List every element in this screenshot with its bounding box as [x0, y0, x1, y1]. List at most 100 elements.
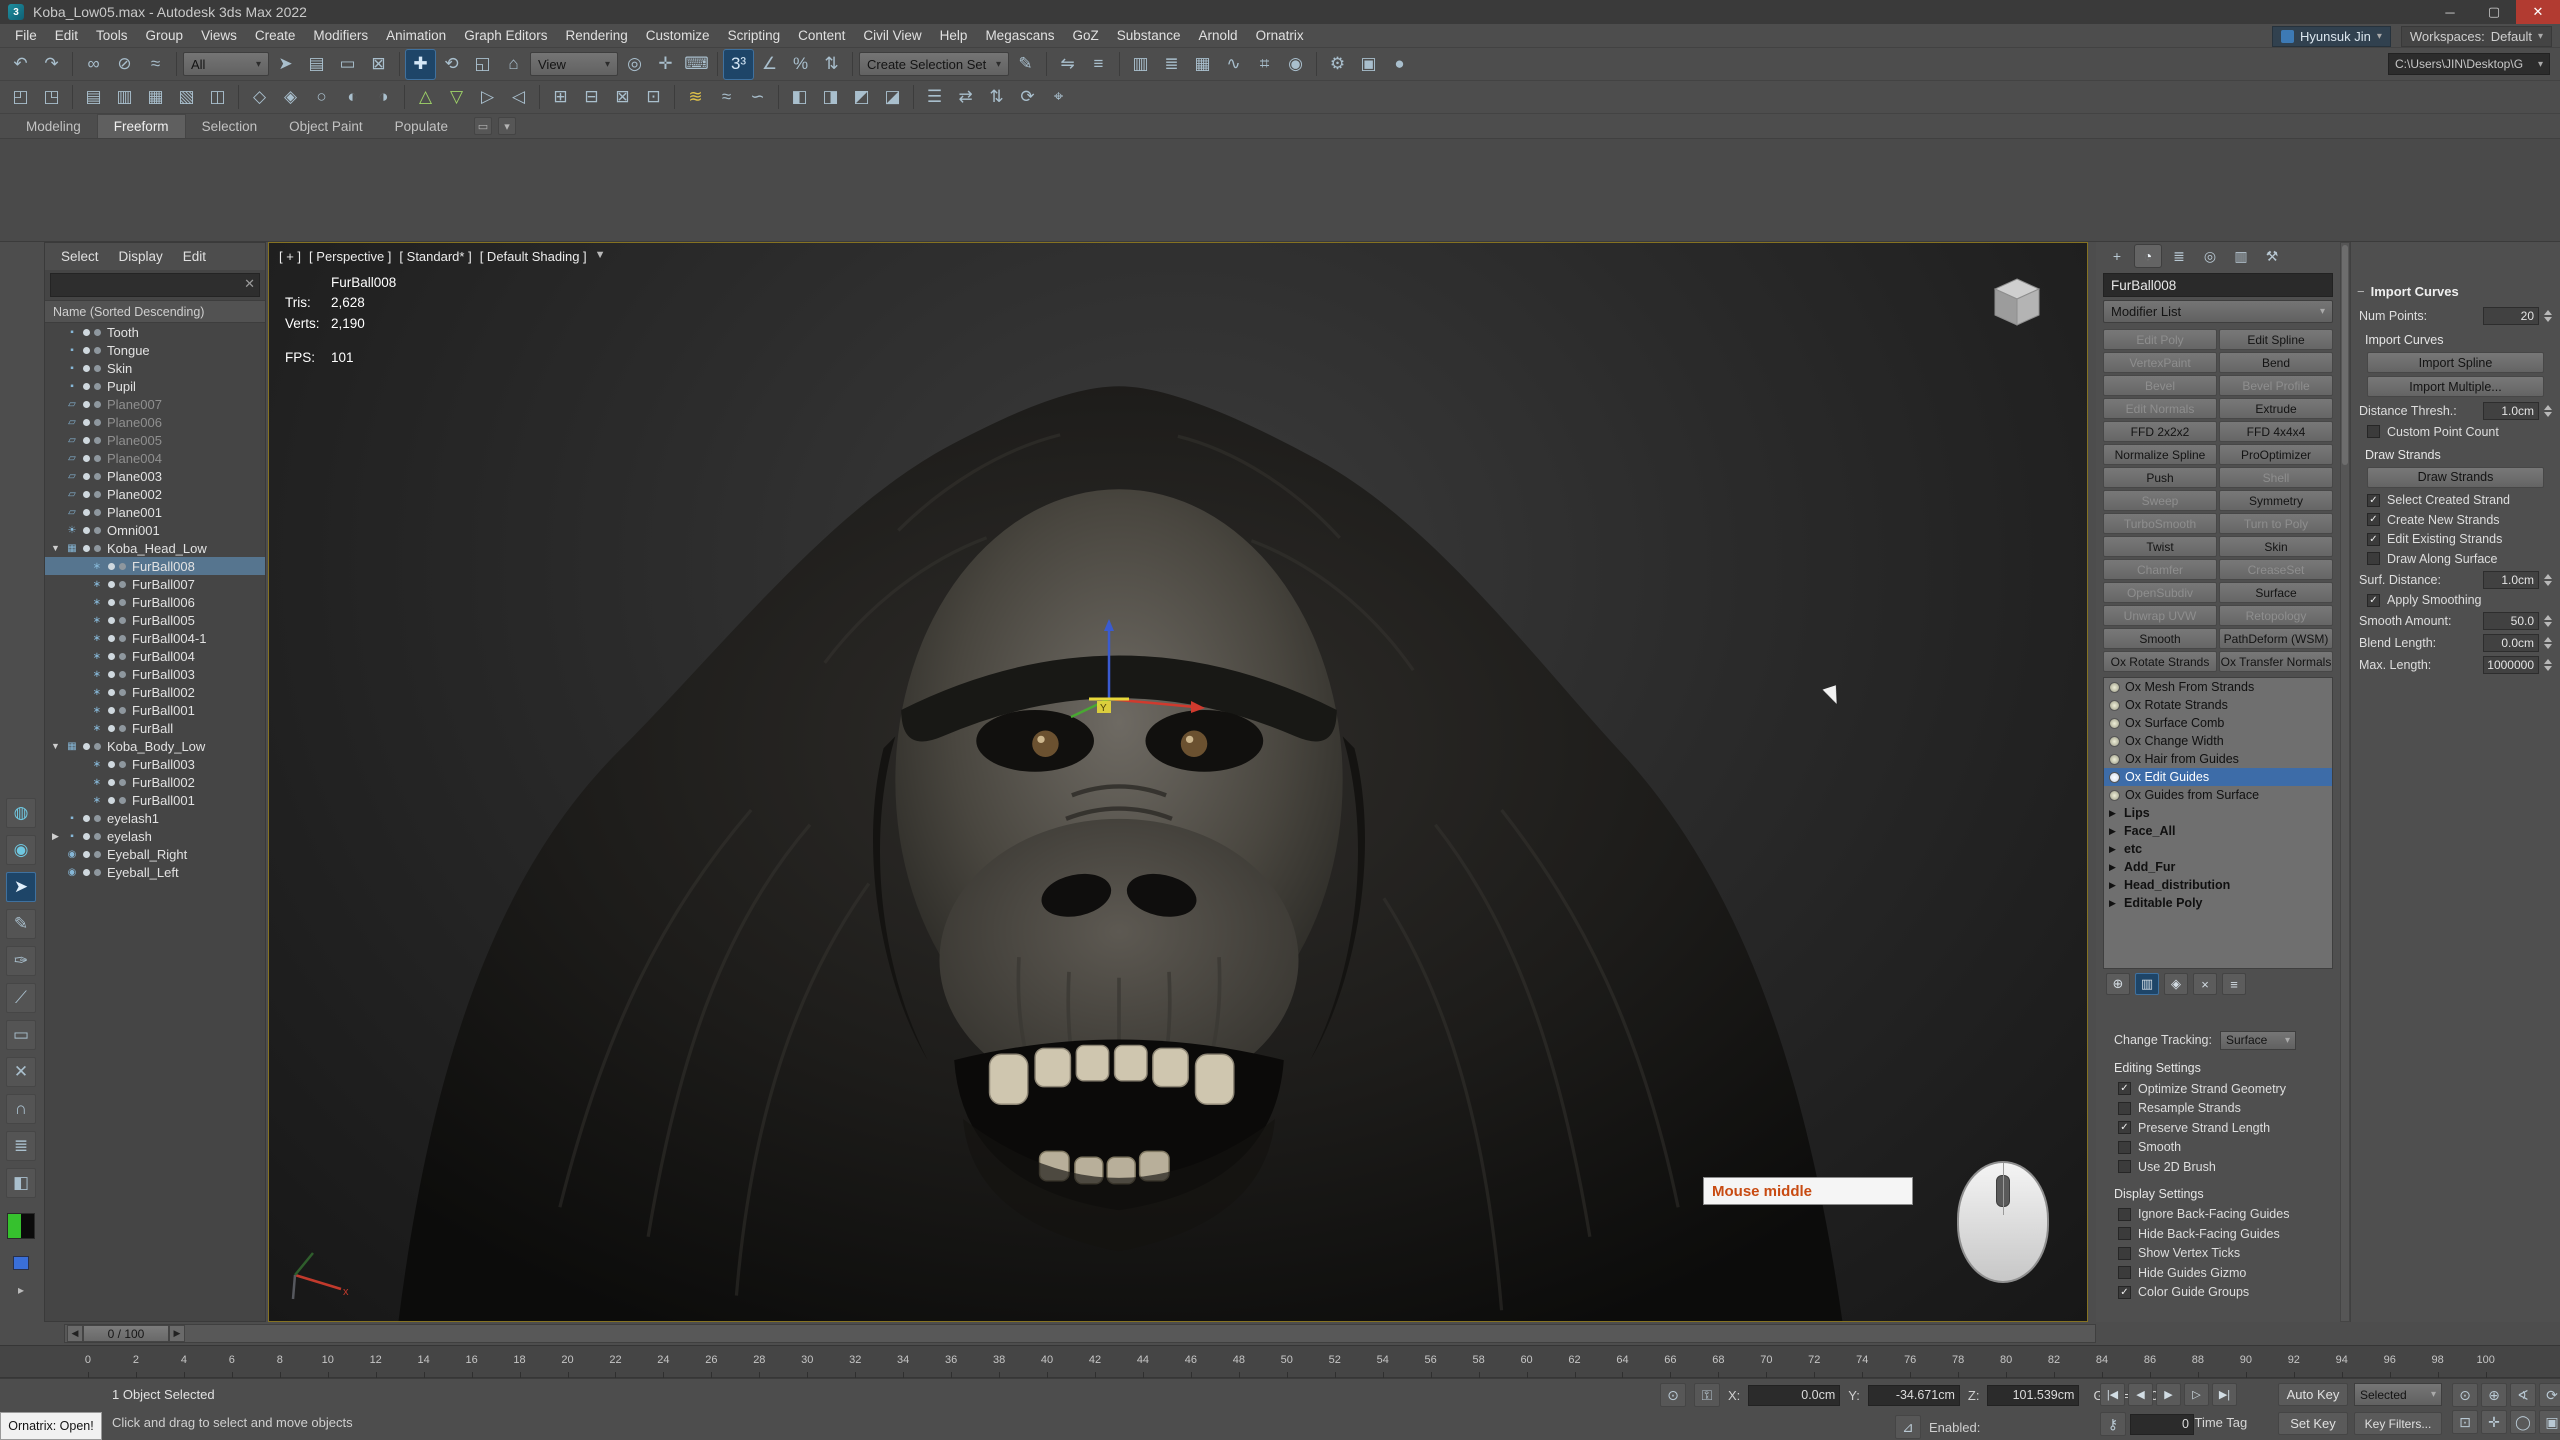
display-toggle-icon[interactable] — [108, 797, 115, 804]
modifier-button[interactable]: Ox Rotate Strands — [2103, 651, 2217, 672]
select-object-icon[interactable]: ➤ — [271, 50, 300, 79]
timeline-tick[interactable]: 78 — [1934, 1346, 1982, 1379]
zoom-extents-icon[interactable]: ⊙ — [2452, 1383, 2478, 1407]
modifier-button[interactable]: Ox Transfer Normals — [2219, 651, 2333, 672]
explorer-row[interactable]: ∗FurBall008 — [45, 557, 265, 575]
timeline-tick[interactable]: 90 — [2222, 1346, 2270, 1379]
select-cursor-icon[interactable]: ➤ — [6, 872, 36, 902]
extra-tool-icon-01[interactable]: ◰ — [6, 83, 35, 112]
keyboard-override-icon[interactable]: ⌨ — [682, 50, 711, 79]
select-and-move-icon[interactable]: ✚ — [406, 50, 435, 79]
timeline-tick[interactable]: 30 — [783, 1346, 831, 1379]
checkbox[interactable] — [2118, 1247, 2131, 1260]
menu-civil-view[interactable]: Civil View — [854, 25, 930, 46]
display-toggle-icon[interactable] — [83, 455, 90, 462]
import-curves-rollout-header[interactable]: −Import Curves — [2357, 284, 2554, 299]
ornatrix-circle-icon[interactable]: ◍ — [6, 798, 36, 828]
display-toggle-icon[interactable] — [108, 617, 115, 624]
next-frame-icon[interactable]: ▷ — [2184, 1383, 2209, 1406]
explorer-row[interactable]: ▱Plane005 — [45, 431, 265, 449]
modifier-button[interactable]: Push — [2103, 467, 2217, 488]
orbit-icon[interactable]: ⟳ — [2539, 1383, 2560, 1407]
minimize-button[interactable]: ─ — [2428, 0, 2472, 24]
modifier-onoff-bulb-icon[interactable] — [2109, 718, 2120, 729]
timeline-tick[interactable]: 36 — [927, 1346, 975, 1379]
checkbox[interactable]: ✓ — [2367, 594, 2380, 607]
display-toggle-icon[interactable] — [83, 527, 90, 534]
extra-tool-icon-11[interactable]: ◐ — [338, 83, 367, 112]
explorer-row[interactable]: ▼▦Koba_Body_Low — [45, 737, 265, 755]
extra-tool-icon-26[interactable]: ◩ — [847, 83, 876, 112]
ribbon-tab-selection[interactable]: Selection — [186, 115, 274, 138]
modifier-button[interactable]: Twist — [2103, 536, 2217, 557]
render-toggle-icon[interactable] — [94, 743, 101, 750]
timeline-tick[interactable]: 12 — [352, 1346, 400, 1379]
point-of-view-menu[interactable]: [ Perspective ] — [309, 249, 391, 264]
configure-modifier-sets-icon[interactable]: ≡ — [2222, 973, 2246, 995]
utilities-tab-icon[interactable]: ⚒ — [2259, 245, 2285, 267]
explorer-row[interactable]: ∗FurBall005 — [45, 611, 265, 629]
render-toggle-icon[interactable] — [119, 581, 126, 588]
extra-tool-icon-21[interactable]: ≋ — [681, 83, 710, 112]
render-toggle-icon[interactable] — [94, 473, 101, 480]
create-tab-icon[interactable]: + — [2104, 245, 2130, 267]
time-slider-handle[interactable]: 0 / 100 — [83, 1325, 169, 1342]
display-toggle-icon[interactable] — [83, 869, 90, 876]
timeline-tick[interactable]: 64 — [1599, 1346, 1647, 1379]
explorer-row[interactable]: ◉Eyeball_Right — [45, 845, 265, 863]
curve-editor-icon[interactable]: ∿ — [1219, 50, 1248, 79]
modifier-button[interactable]: ProOptimizer — [2219, 444, 2333, 465]
checkbox-row[interactable]: ✓Edit Existing Strands — [2351, 530, 2560, 550]
zoom-region-icon[interactable]: ⊡ — [2452, 1410, 2478, 1434]
render-toggle-icon[interactable] — [119, 707, 126, 714]
explorer-row[interactable]: ∗FurBall006 — [45, 593, 265, 611]
modifier-stack-row[interactable]: ▶Head_distribution — [2104, 876, 2332, 894]
timeline-tick[interactable]: 0 — [64, 1346, 112, 1379]
checkbox-row[interactable]: Custom Point Count — [2351, 422, 2560, 442]
mirror-icon[interactable]: ⇋ — [1053, 50, 1082, 79]
extra-tool-icon-22[interactable]: ≈ — [712, 83, 741, 112]
make-unique-icon[interactable]: ◈ — [2164, 973, 2188, 995]
menu-animation[interactable]: Animation — [377, 25, 455, 46]
extra-tool-icon-24[interactable]: ◧ — [785, 83, 814, 112]
render-toggle-icon[interactable] — [94, 383, 101, 390]
ribbon-toggle-icon[interactable]: ▦ — [1188, 50, 1217, 79]
timeline-tick[interactable]: 84 — [2078, 1346, 2126, 1379]
pin-stack-icon[interactable]: ⊕ — [2106, 973, 2130, 995]
menu-file[interactable]: File — [6, 25, 46, 46]
extra-tool-icon-04[interactable]: ▥ — [110, 83, 139, 112]
modifier-stack-row[interactable]: Ox Surface Comb — [2104, 714, 2332, 732]
general-viewport-menu[interactable]: [ + ] — [279, 249, 301, 264]
rendered-frame-icon[interactable]: ▣ — [1354, 50, 1383, 79]
timeline-tick[interactable]: 94 — [2318, 1346, 2366, 1379]
menu-substance[interactable]: Substance — [1108, 25, 1190, 46]
material-editor-icon[interactable]: ◉ — [1281, 50, 1310, 79]
render-preset-menu[interactable]: [ Standard* ] — [399, 249, 471, 264]
viewcube[interactable] — [1989, 275, 2045, 331]
set-key-button[interactable]: Set Key — [2278, 1412, 2348, 1435]
timeline-tick[interactable]: 60 — [1503, 1346, 1551, 1379]
timeline-tick[interactable]: 34 — [879, 1346, 927, 1379]
explorer-row[interactable]: ∗FurBall001 — [45, 791, 265, 809]
current-frame-field[interactable]: 0 — [2130, 1414, 2194, 1435]
timeline-tick[interactable]: 6 — [208, 1346, 256, 1379]
window-crossing-icon[interactable]: ⊠ — [364, 50, 393, 79]
key-set-dropdown[interactable]: Selected▾ — [2354, 1383, 2442, 1406]
menu-edit[interactable]: Edit — [46, 25, 87, 46]
field-of-view-icon[interactable]: ∢ — [2510, 1383, 2536, 1407]
timeline-tick[interactable]: 52 — [1311, 1346, 1359, 1379]
menu-scripting[interactable]: Scripting — [719, 25, 790, 46]
explorer-row[interactable]: ∗FurBall001 — [45, 701, 265, 719]
timeline-tick[interactable]: 18 — [496, 1346, 544, 1379]
timeline-tick[interactable]: 88 — [2174, 1346, 2222, 1379]
timeline-tick[interactable]: 82 — [2030, 1346, 2078, 1379]
draw-strands-button[interactable]: Draw Strands — [2367, 467, 2544, 488]
y-coordinate-field[interactable]: -34.671cm — [1868, 1385, 1960, 1406]
go-to-end-icon[interactable]: ▶| — [2212, 1383, 2237, 1406]
modifier-onoff-bulb-icon[interactable] — [2109, 736, 2120, 747]
object-name-field[interactable]: FurBall008 — [2103, 273, 2333, 297]
menu-arnold[interactable]: Arnold — [1190, 25, 1247, 46]
select-and-rotate-icon[interactable]: ⟲ — [437, 50, 466, 79]
remove-modifier-icon[interactable]: × — [2193, 973, 2217, 995]
knife-icon[interactable]: ⟋ — [6, 983, 36, 1013]
